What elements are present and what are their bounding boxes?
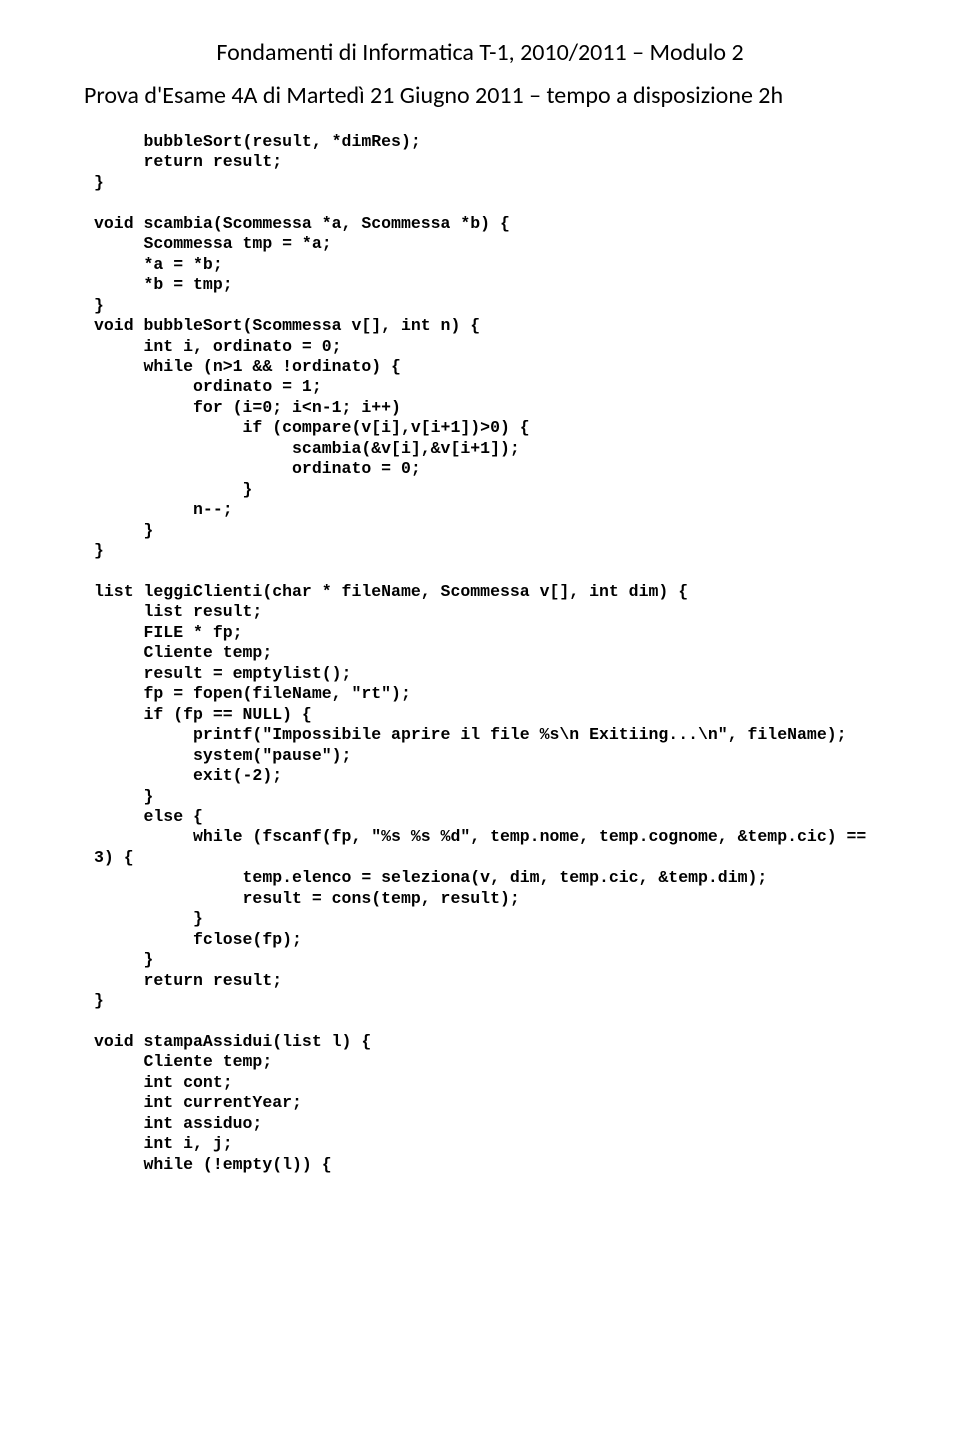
- page-title: Fondamenti di Informatica T-1, 2010/2011…: [84, 38, 876, 67]
- page-subtitle: Prova d'Esame 4A di Martedì 21 Giugno 20…: [84, 81, 876, 110]
- code-block: bubbleSort(result, *dimRes); return resu…: [94, 132, 876, 1175]
